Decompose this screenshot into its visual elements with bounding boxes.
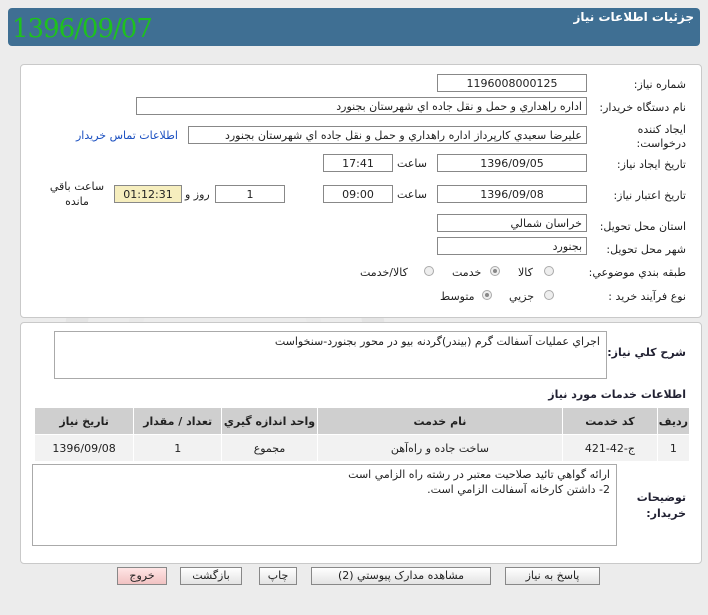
col-date: تاريخ نياز (33, 407, 135, 435)
services-title: اطلاعات خدمات مورد نياز (548, 388, 686, 401)
valid-time-label: ساعت (397, 188, 427, 201)
process-partial-label: جزيي (509, 290, 535, 303)
cell-qty: 1 (133, 434, 223, 462)
category-goods-service-label: کالا/خدمت (360, 266, 408, 279)
created-date-label: تاريخ ايجاد نياز: (616, 158, 686, 171)
valid-time-field[interactable]: 09:00 (323, 185, 393, 203)
notes-label-2: خريدار: (646, 507, 686, 520)
description-field[interactable]: اجراي عمليات آسفالت گرم (بيندر)گردنه بيو… (54, 331, 607, 379)
need-number-field[interactable]: 1196008000125 (437, 74, 587, 92)
print-button[interactable]: چاپ (259, 567, 297, 585)
cell-row: 1 (656, 434, 691, 462)
created-time-label: ساعت (397, 157, 427, 170)
buyer-field[interactable]: اداره راهداري و حمل و نقل جاده اي شهرستا… (136, 97, 587, 115)
remaining-label-2: مانده (65, 195, 89, 208)
notes-line-2: 2- داشتن کارخانه آسفالت الزامي است. (427, 483, 610, 496)
process-label: نوع فرآيند خريد : (608, 290, 686, 303)
col-code: کد خدمت (562, 407, 658, 435)
col-name: نام خدمت (316, 407, 564, 435)
page-title: جزئيات اطلاعات نياز (573, 10, 694, 24)
buyer-contact-link[interactable]: اطلاعات تماس خريدار (76, 129, 178, 142)
col-qty: تعداد / مقدار (133, 407, 223, 435)
province-field[interactable]: خراسان شمالي (437, 214, 587, 232)
valid-date-field[interactable]: 1396/09/08 (437, 185, 587, 203)
table-header-row: رديف کد خدمت نام خدمت واحد اندازه گيري ت… (33, 407, 691, 435)
col-row: رديف (656, 407, 691, 435)
buyer-label: نام دستگاه خريدار: (599, 101, 686, 114)
notes-label-1: توضيحات (636, 491, 686, 504)
created-date-field[interactable]: 1396/09/05 (437, 154, 587, 172)
attachments-button[interactable]: مشاهده مدارک پيوستي (2) (311, 567, 491, 585)
notes-line-1: ارائه گواهي تائيد صلاحيت معتبر در رشته ر… (348, 468, 610, 481)
province-label: استان محل تحويل: (599, 220, 686, 233)
valid-date-label: تاريخ اعتبار نياز: (613, 189, 686, 202)
respond-button[interactable]: پاسخ به نياز (505, 567, 600, 585)
category-goods-service-radio[interactable] (424, 266, 434, 276)
need-number-label: شماره نياز: (633, 78, 686, 91)
created-time-field[interactable]: 17:41 (323, 154, 393, 172)
creator-label-1: ايجاد کننده (637, 123, 686, 136)
process-medium-label: متوسط (440, 290, 475, 303)
category-service-radio[interactable] (490, 266, 500, 276)
category-service-label: خدمت (452, 266, 482, 279)
cell-date: 1396/09/08 (33, 434, 135, 462)
services-table: رديف کد خدمت نام خدمت واحد اندازه گيري ت… (33, 407, 691, 462)
notes-field[interactable]: ارائه گواهي تائيد صلاحيت معتبر در رشته ر… (32, 464, 617, 546)
header-date: 1396/09/07 (12, 14, 153, 44)
process-medium-radio[interactable] (482, 290, 492, 300)
cell-code: ج-42-421 (562, 434, 658, 462)
city-label: شهر محل تحويل: (606, 243, 686, 256)
back-button[interactable]: بازگشت (180, 567, 242, 585)
remaining-days-field[interactable]: 1 (215, 185, 285, 203)
category-goods-label: کالا (518, 266, 533, 279)
creator-field[interactable]: عليرضا سعيدي کارپرداز اداره راهداري و حم… (188, 126, 587, 144)
day-and-label: روز و (185, 188, 210, 201)
category-label: طبقه بندي موضوعي: (588, 266, 686, 279)
cell-name: ساخت جاده و راه‌آهن (316, 434, 564, 462)
remaining-label-1: ساعت باقي (49, 180, 105, 193)
remaining-time-field: 01:12:31 (114, 185, 182, 203)
col-unit: واحد اندازه گيري (221, 407, 318, 435)
exit-button[interactable]: خروج (117, 567, 167, 585)
creator-label-2: درخواست: (636, 137, 686, 150)
cell-unit: مجموع (221, 434, 318, 462)
table-row: 1 ج-42-421 ساخت جاده و راه‌آهن مجموع 1 1… (33, 434, 691, 462)
process-partial-radio[interactable] (544, 290, 554, 300)
description-label: شرح کلي نياز: (607, 346, 686, 359)
category-goods-radio[interactable] (544, 266, 554, 276)
city-field[interactable]: بجنورد (437, 237, 587, 255)
